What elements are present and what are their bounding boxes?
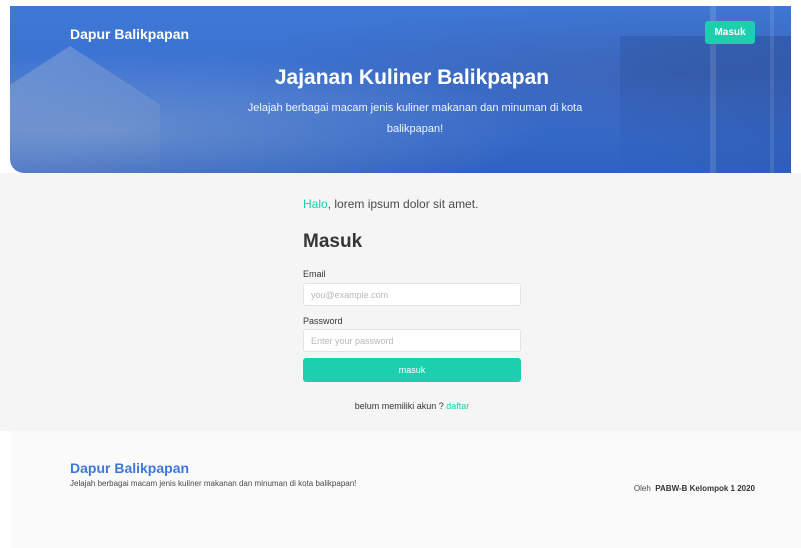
greeting-highlight: Halo <box>303 197 328 211</box>
email-field[interactable] <box>303 283 521 306</box>
password-field[interactable] <box>303 329 521 352</box>
footer-credit: Oleh PABW-B Kelompok 1 2020 <box>634 484 755 493</box>
login-nav-button[interactable]: Masuk <box>705 21 755 44</box>
brand-logo-link[interactable]: Dapur Balikpapan <box>70 26 189 42</box>
greeting-text: Halo, lorem ipsum dolor sit amet. <box>303 197 478 211</box>
submit-login-button[interactable]: masuk <box>303 358 521 382</box>
hero-background-shade <box>620 36 791 173</box>
email-label: Email <box>303 269 326 279</box>
signup-text: belum memiliki akun ? <box>354 401 444 411</box>
footer-credit-team: PABW-B Kelompok 1 2020 <box>655 484 755 493</box>
footer-brand: Dapur Balikpapan <box>70 460 190 476</box>
hero-title: Jajanan Kuliner Balikpapan <box>274 66 550 89</box>
footer-description: Jelajah berbagai macam jenis kuliner mak… <box>70 479 357 488</box>
hero-subtitle: Jelajah berbagai macam jenis kuliner mak… <box>247 102 583 135</box>
footer-credit-prefix: Oleh <box>633 484 651 493</box>
form-title: Masuk <box>303 231 363 252</box>
signup-link[interactable]: daftar <box>446 401 469 411</box>
password-label: Password <box>303 316 343 326</box>
greeting-rest: , lorem ipsum dolor sit amet. <box>327 197 479 211</box>
signup-prompt: belum memiliki akun ? daftar <box>303 401 521 411</box>
